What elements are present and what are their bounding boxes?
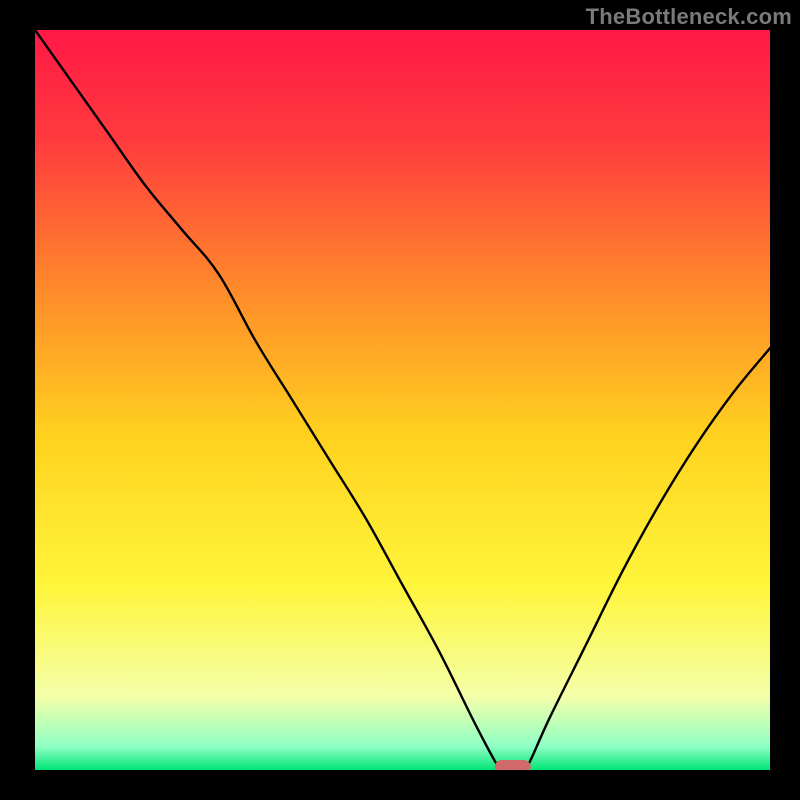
optimal-marker (495, 760, 531, 774)
watermark-text: TheBottleneck.com (586, 4, 792, 30)
gradient-background (35, 30, 770, 770)
bottleneck-chart (0, 0, 800, 800)
chart-frame: TheBottleneck.com (0, 0, 800, 800)
